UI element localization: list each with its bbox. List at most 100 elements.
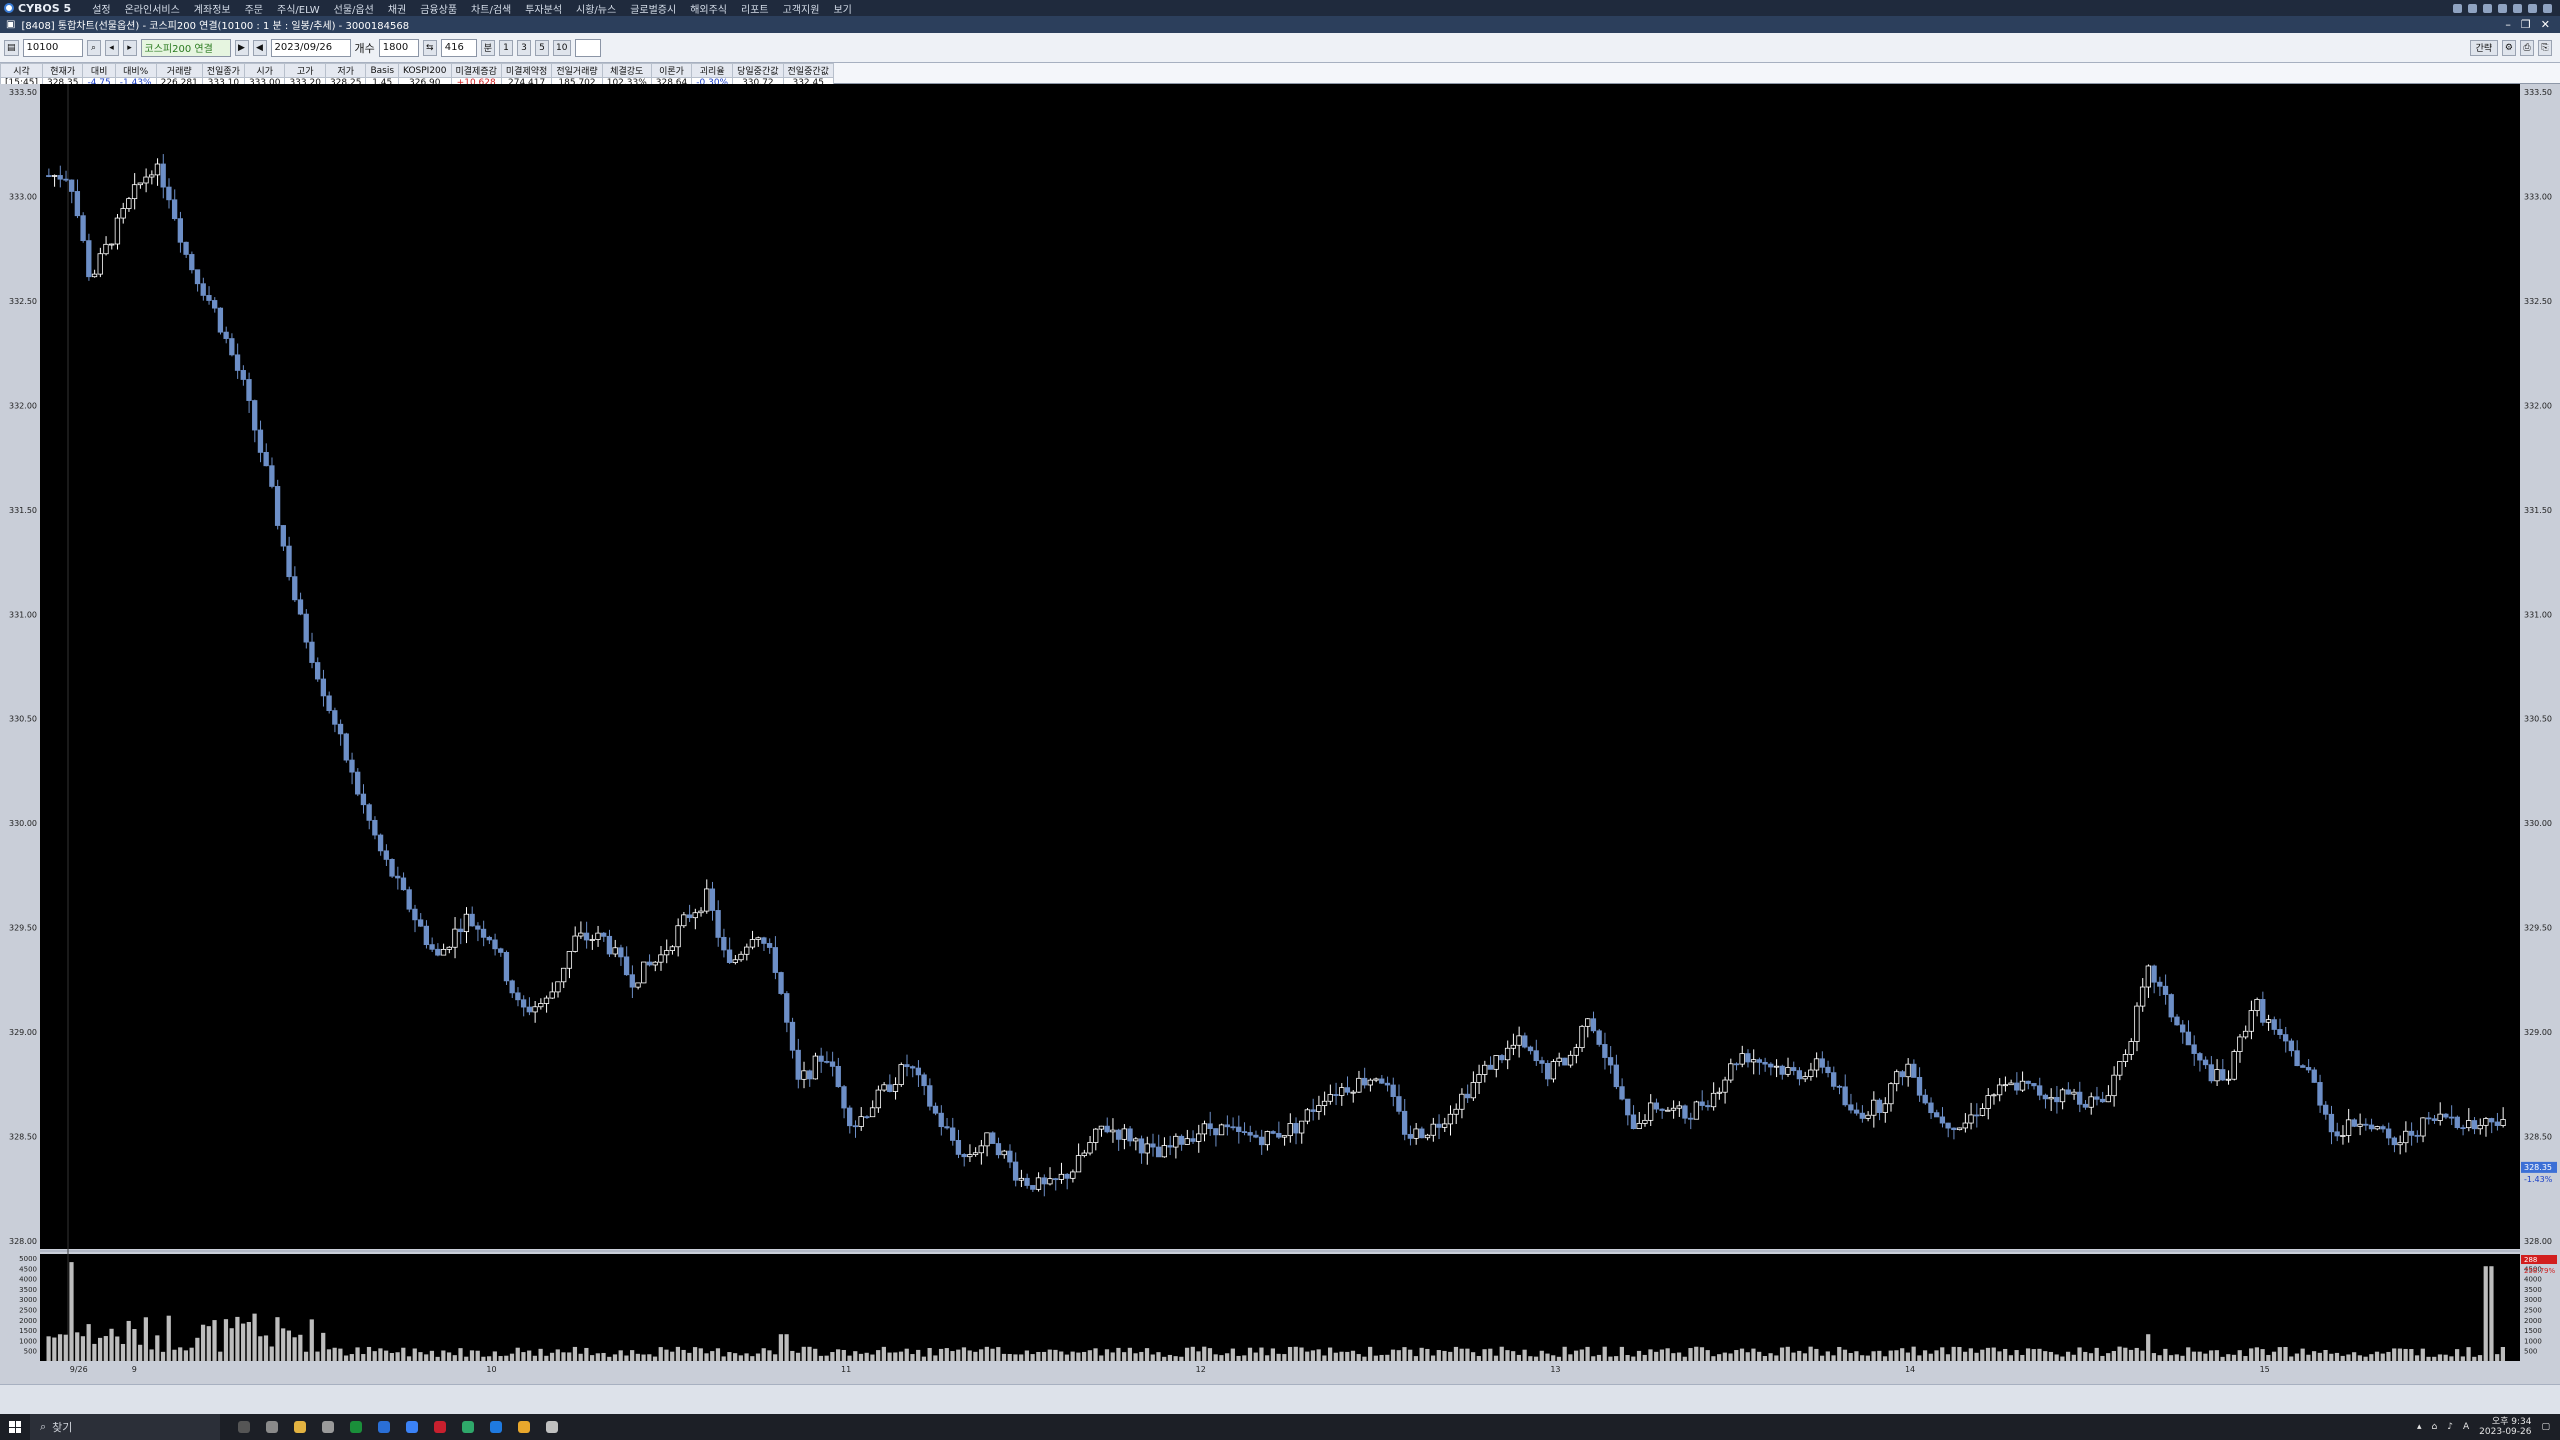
menu-item-order[interactable]: 주문 xyxy=(238,1,270,16)
menu-item-online[interactable]: 온라인서비스 xyxy=(118,1,187,16)
menu-item-global[interactable]: 글로벌증시 xyxy=(623,1,683,16)
volume-bar xyxy=(2369,1354,2374,1361)
file-explorer-icon[interactable] xyxy=(294,1421,306,1433)
minimize-icon[interactable]: – xyxy=(2505,18,2511,31)
volume-bar xyxy=(647,1354,652,1361)
close-icon[interactable]: ✕ xyxy=(2541,18,2550,31)
chevron-right-icon[interactable]: ▸ xyxy=(122,39,137,56)
menu-item-finance[interactable]: 금융상품 xyxy=(413,1,464,16)
volume-bar xyxy=(97,1337,103,1361)
play-icon[interactable]: ▶ xyxy=(234,39,249,56)
network-icon[interactable]: ⌂ xyxy=(2432,1422,2438,1432)
close-icon[interactable] xyxy=(2543,3,2552,13)
volume-bar xyxy=(2266,1354,2271,1361)
period-button-3[interactable]: 3 xyxy=(517,39,532,56)
start-button[interactable] xyxy=(0,1414,30,1440)
menu-item-analysis[interactable]: 투자분석 xyxy=(518,1,569,16)
menu-dropdown[interactable]: 분 xyxy=(480,39,496,56)
candle-body xyxy=(498,948,504,953)
menu-item-news[interactable]: 시황/뉴스 xyxy=(569,1,623,16)
app-icon[interactable] xyxy=(546,1421,558,1433)
volume-bar xyxy=(1482,1349,1487,1361)
settings-icon[interactable]: ⚙ xyxy=(2501,39,2516,56)
menu-item-account[interactable]: 계좌정보 xyxy=(187,1,238,16)
notification-icon[interactable]: ▢ xyxy=(2541,1422,2550,1432)
code-input[interactable]: 10100 xyxy=(22,38,83,57)
candle-body xyxy=(543,997,550,1004)
volume-icon[interactable]: ♪ xyxy=(2447,1422,2453,1432)
menu-item-settings[interactable]: 설정 xyxy=(85,1,117,16)
volume-bar xyxy=(1310,1350,1316,1361)
tool-icon[interactable] xyxy=(2468,3,2477,13)
tool-icon[interactable] xyxy=(2483,3,2492,13)
tool-icon[interactable] xyxy=(2453,3,2462,13)
candle-body xyxy=(623,956,630,976)
period-button-10[interactable]: 10 xyxy=(553,39,571,56)
candle-body xyxy=(2077,1091,2083,1105)
restore-icon[interactable]: ❐ xyxy=(2521,18,2531,31)
period-button-1[interactable]: 1 xyxy=(499,39,514,56)
taskbar-clock[interactable]: 오후 9:34 2023-09-26 xyxy=(2479,1417,2531,1437)
menu-item-futures[interactable]: 선물/옵션 xyxy=(327,1,381,16)
app-icon[interactable] xyxy=(434,1421,446,1433)
chrome-browser-icon[interactable] xyxy=(518,1421,530,1433)
count-input[interactable]: 1800 xyxy=(378,38,419,57)
app-icon[interactable] xyxy=(322,1421,334,1433)
tool-icon[interactable] xyxy=(2498,3,2507,13)
volume-bar xyxy=(1116,1347,1121,1361)
menu-item-stock[interactable]: 주식/ELW xyxy=(270,1,327,16)
tray-icon[interactable]: ▴ xyxy=(2417,1422,2422,1432)
app-icon[interactable] xyxy=(266,1421,278,1433)
menu-item-report[interactable]: 리포트 xyxy=(734,1,776,16)
menu-item-bond[interactable]: 채권 xyxy=(381,1,413,16)
rewind-icon[interactable]: ◀ xyxy=(252,39,267,56)
app-icon[interactable] xyxy=(406,1421,418,1433)
taskbar-search[interactable]: ⌕ 찾기 xyxy=(30,1414,220,1440)
candle-body xyxy=(990,1132,996,1144)
period-input[interactable]: 416 xyxy=(440,38,477,57)
date-input[interactable]: 2023/09/26 xyxy=(270,38,351,57)
volume-bar xyxy=(1476,1356,1481,1361)
volume-bar xyxy=(2209,1350,2214,1361)
volume-bar xyxy=(2111,1350,2116,1361)
candle-body xyxy=(240,370,246,380)
menu-item-support[interactable]: 고객지원 xyxy=(776,1,827,16)
candlestick-chart[interactable]: 333.50 333.50 333.00 333.00 332.50 332.50 332.… xyxy=(0,84,2560,1384)
ime-icon[interactable]: A xyxy=(2463,1422,2469,1432)
brief-button[interactable]: 간략 xyxy=(2469,39,2498,56)
task-view-icon[interactable] xyxy=(238,1421,250,1433)
candle-body xyxy=(1796,1070,1803,1080)
chart-area[interactable]: 333.50 333.50 333.00 333.00 332.50 332.50 332.… xyxy=(0,84,2560,1384)
volume-bar xyxy=(241,1323,246,1361)
menu-item-foreign[interactable]: 해외주식 xyxy=(683,1,734,16)
layout-icon[interactable]: ▤ xyxy=(4,39,19,56)
print-icon[interactable]: ⎙ xyxy=(2520,39,2534,56)
menu-item-view[interactable]: 보기 xyxy=(826,1,858,16)
candle-body xyxy=(761,937,767,944)
app-icon[interactable] xyxy=(378,1421,390,1433)
search-icon[interactable]: ⌕ xyxy=(86,39,101,56)
candle-body xyxy=(475,925,481,930)
volume-bar xyxy=(1419,1347,1424,1361)
chevron-left-icon[interactable]: ◂ xyxy=(104,39,119,56)
volume-bar xyxy=(658,1347,663,1361)
minimize-icon[interactable] xyxy=(2513,3,2522,13)
window-title: [8408] 통합차트(선물옵션) - 코스피200 연결(10100 : 1 … xyxy=(21,21,410,32)
volume-bar xyxy=(824,1355,829,1361)
menu-item-chart[interactable]: 차트/검색 xyxy=(464,1,518,16)
app-icon[interactable] xyxy=(462,1421,474,1433)
period-custom-input[interactable] xyxy=(574,38,601,57)
candle-body xyxy=(2048,1096,2054,1100)
app-brand[interactable]: CYBOS 5 xyxy=(4,2,71,15)
save-icon[interactable]: ⎘ xyxy=(2538,39,2552,56)
link-icon[interactable]: ⇆ xyxy=(422,39,437,56)
period-button-5[interactable]: 5 xyxy=(535,39,550,56)
app-icon[interactable] xyxy=(350,1421,362,1433)
volume-bar xyxy=(1905,1352,1911,1361)
candle-body xyxy=(1825,1066,1831,1074)
maximize-icon[interactable] xyxy=(2528,3,2537,13)
volume-bar xyxy=(950,1351,955,1361)
candle-body xyxy=(829,1061,836,1067)
edge-browser-icon[interactable] xyxy=(490,1421,502,1433)
volume-bar xyxy=(2243,1356,2248,1361)
